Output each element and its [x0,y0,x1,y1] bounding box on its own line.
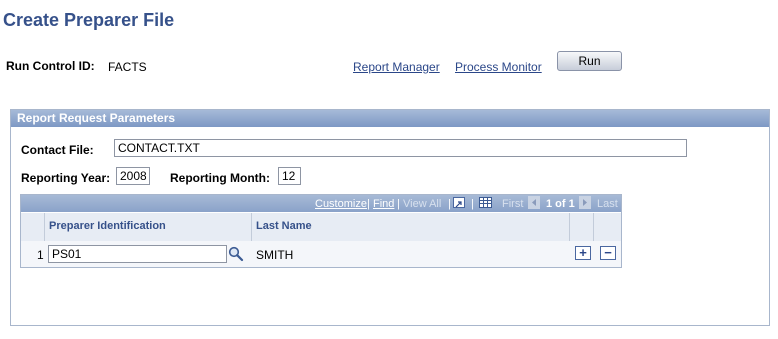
last-name-value: SMITH [256,248,294,262]
view-all-link: View All [403,198,442,210]
run-control-value: FACTS [108,60,147,74]
download-spreadsheet-icon[interactable] [479,197,492,208]
row-number: 1 [37,248,44,262]
grid-navigation-bar: Customize | Find | View All | | First 1 … [21,195,621,212]
column-header-label: Preparer Identification [49,220,166,232]
find-link[interactable]: Find [373,198,394,210]
reporting-month-input[interactable] [278,167,301,185]
first-link: First [502,198,524,210]
reporting-month-label: Reporting Month: [170,171,270,185]
next-arrow-icon [579,196,591,209]
row-number-column-header [21,213,45,241]
row-count: 1 of 1 [546,198,575,210]
add-column-header [570,213,594,241]
nav-separator: | [397,198,400,210]
run-button[interactable]: Run [557,51,622,71]
preparer-identification-column-header: Preparer Identification [45,213,252,241]
last-link: Last [597,198,618,210]
contact-file-label: Contact File: [21,143,94,157]
reporting-year-label: Reporting Year: [21,171,111,185]
page-title: Create Preparer File [3,10,175,30]
column-header-label: Last Name [256,220,312,232]
report-manager-link[interactable]: Report Manager [353,60,440,74]
remove-column-header [594,213,621,241]
nav-separator: | [367,198,370,210]
process-monitor-link[interactable]: Process Monitor [455,60,542,74]
contact-file-input[interactable] [114,139,687,157]
nav-separator: | [448,198,451,210]
last-name-column-header: Last Name [252,213,570,241]
reporting-year-input[interactable] [116,167,150,185]
customize-link[interactable]: Customize [315,198,367,210]
zoom-grid-icon[interactable] [453,197,465,208]
nav-separator: | [471,198,474,210]
lookup-search-icon[interactable] [228,246,244,262]
section-header: Report Request Parameters [11,110,769,127]
previous-arrow-icon [528,196,540,209]
preparer-id-input[interactable] [48,245,227,263]
add-row-button[interactable]: + [575,246,591,260]
delete-row-button[interactable]: − [600,246,616,260]
run-control-label: Run Control ID: [6,59,95,73]
